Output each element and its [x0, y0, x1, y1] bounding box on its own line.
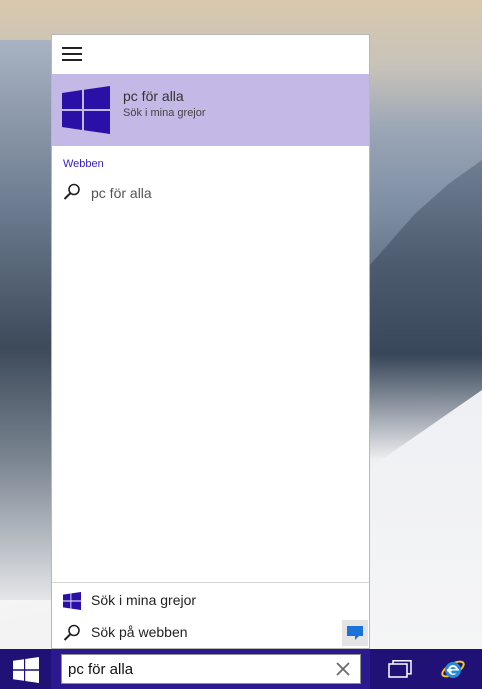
- windows-start-icon: [13, 657, 39, 683]
- web-suggestion-item[interactable]: pc för alla: [52, 178, 369, 206]
- feedback-icon: [347, 626, 363, 640]
- task-view-button[interactable]: [380, 649, 420, 689]
- windows-logo-icon: [62, 86, 110, 134]
- best-match-result[interactable]: pc för alla Sök i mina grejor: [52, 74, 369, 146]
- hamburger-menu-icon[interactable]: [62, 47, 82, 61]
- best-match-title: pc för alla: [123, 88, 184, 104]
- search-my-stuff-button[interactable]: Sök i mina grejor: [52, 585, 369, 615]
- search-icon: [63, 624, 80, 641]
- clear-search-icon[interactable]: [334, 660, 352, 678]
- taskbar-search-area: [51, 649, 370, 689]
- best-match-subtitle: Sök i mina grejor: [123, 107, 206, 119]
- bottom-divider: [52, 582, 369, 583]
- task-view-icon: [388, 660, 412, 678]
- search-my-stuff-label: Sök i mina grejor: [91, 592, 197, 608]
- web-section-heading: Webben: [63, 158, 104, 170]
- web-suggestion-text: pc för alla: [91, 185, 152, 201]
- search-panel: pc för alla Sök i mina grejor Webben pc …: [51, 34, 370, 649]
- internet-explorer-icon: [441, 660, 465, 678]
- start-button[interactable]: [0, 649, 51, 689]
- feedback-button[interactable]: [342, 620, 368, 646]
- windows-logo-icon: [63, 592, 81, 610]
- taskbar: [0, 649, 482, 689]
- search-box[interactable]: [61, 654, 361, 684]
- internet-explorer-button[interactable]: [432, 649, 474, 689]
- search-input[interactable]: [68, 658, 318, 680]
- search-web-label: Sök på webben: [91, 624, 188, 640]
- search-web-button[interactable]: Sök på webben: [52, 617, 369, 647]
- search-icon: [63, 183, 80, 200]
